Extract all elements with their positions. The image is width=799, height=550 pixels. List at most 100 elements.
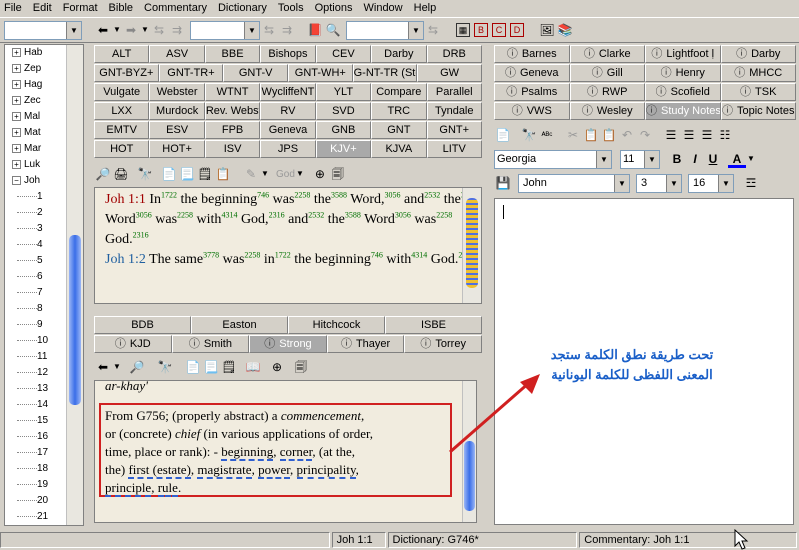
comm-tab[interactable]: ⓘ TSK (720, 83, 796, 101)
bible-tab[interactable]: EMTV (94, 121, 150, 139)
bible-tab[interactable]: KJV+ (315, 140, 372, 158)
forward-icon[interactable]: ➡ (122, 21, 140, 39)
strong-number[interactable]: 4314 (221, 210, 237, 219)
dict-binoculars-icon[interactable]: 🔭 (156, 358, 174, 376)
bible-window-icon[interactable]: B (474, 23, 488, 37)
dict-tab[interactable]: ⓘ Thayer (326, 335, 405, 353)
strong-number[interactable]: 1722 (275, 250, 291, 259)
bible-tab[interactable]: Murdock (149, 102, 205, 120)
go-icon[interactable]: ⇉ (168, 21, 186, 39)
sync-icon[interactable]: ⇆ (150, 21, 168, 39)
expand-icon[interactable]: + (12, 111, 21, 121)
menu-bible[interactable]: Bible (109, 2, 133, 14)
bible-tab[interactable]: Compare (371, 83, 427, 101)
font-color-dropdown-icon[interactable]: ▼ (746, 150, 756, 168)
comm-tab[interactable]: ⓘ Study Notes (645, 102, 721, 120)
comm-tab[interactable]: ⓘ Gill (569, 64, 645, 82)
binoculars-icon[interactable]: 🔭 (136, 165, 154, 183)
layout-icon[interactable]: ▦ (456, 23, 470, 37)
redo-icon[interactable]: ↷ (636, 126, 654, 144)
strong-number[interactable]: 2258 (244, 250, 260, 259)
bible-tab[interactable]: Vulgate (94, 83, 150, 101)
expand-icon[interactable]: + (12, 47, 21, 57)
bible-tab[interactable]: TRC (371, 102, 427, 120)
god-label[interactable]: God (276, 169, 295, 180)
bible-tab[interactable]: ALT (94, 45, 150, 63)
collapse-icon[interactable]: − (12, 175, 21, 185)
comm-tab[interactable]: ⓘ VWS (494, 102, 570, 120)
comm-binoculars-icon[interactable]: 🔭 (520, 126, 538, 144)
bible-tab[interactable]: Webster (149, 83, 205, 101)
comm-tab[interactable]: ⓘ Topic Notes (720, 102, 796, 120)
bible-tab[interactable]: ESV (149, 121, 205, 139)
bible-tab[interactable]: Parallel (426, 83, 482, 101)
dict-tab[interactable]: ⓘ Torrey (404, 335, 482, 353)
strong-number[interactable]: 746 (371, 250, 383, 259)
bible-tab[interactable]: DRB (426, 45, 482, 63)
tree-scrollbar[interactable] (66, 45, 83, 525)
comm-tab[interactable]: ⓘ Wesley (569, 102, 645, 120)
insert-icon[interactable]: ☲ (742, 174, 760, 192)
menu-options[interactable]: Options (315, 2, 353, 14)
comm-paste-icon[interactable]: 📋 (582, 126, 600, 144)
menu-tools[interactable]: Tools (278, 2, 304, 14)
strong-number[interactable]: 746 (257, 190, 269, 199)
expand-icon[interactable]: + (12, 127, 21, 137)
bible-tab[interactable]: WycliffeNT (260, 83, 316, 101)
bible-tab[interactable]: GNT-WH+ (287, 64, 353, 82)
bible-tab[interactable]: LXX (94, 102, 150, 120)
comm-tab[interactable]: ⓘ Henry (645, 64, 721, 82)
picture-icon[interactable]: 🖼 (538, 21, 556, 39)
font-combo[interactable]: Georgia ▼ (494, 149, 612, 169)
comm-tab[interactable]: ⓘ Lightfoot ḷ (645, 45, 721, 63)
menu-format[interactable]: Format (63, 2, 98, 14)
strong-number[interactable]: 3588 (345, 210, 361, 219)
spellcheck-icon[interactable]: ᴬᴮᶜ (538, 126, 556, 144)
expand-icon[interactable]: + (12, 159, 21, 169)
bible-tab[interactable]: GNT (371, 121, 427, 139)
bible-tab[interactable]: G-NT-TR (Steph)+ (352, 64, 418, 82)
print-icon[interactable]: 🖨 (112, 165, 130, 183)
dict-book-icon[interactable]: 📖 (244, 358, 262, 376)
dict-tab[interactable]: ⓘ Strong (249, 335, 327, 353)
bible-tab[interactable]: LITV (426, 140, 482, 158)
align-right-icon[interactable]: ☰ (698, 126, 716, 144)
bible-tab[interactable]: RV (260, 102, 316, 120)
strong-number[interactable]: 2532 (308, 210, 324, 219)
bullets-icon[interactable]: ☷ (716, 126, 734, 144)
search-book-icon[interactable]: 🔍 (324, 21, 342, 39)
dict-note-icon[interactable]: 🗒 (220, 358, 238, 376)
strong-number[interactable]: 2258 (177, 210, 193, 219)
font-color-icon[interactable]: A (728, 150, 746, 168)
bible-tab[interactable]: GW (417, 64, 482, 82)
bible-text[interactable]: Joh 1:1 In1722 the beginning746 was2258 … (94, 187, 482, 304)
align-left-icon[interactable]: ☰ (662, 126, 680, 144)
bible-tab[interactable]: CEV (315, 45, 372, 63)
menu-dictionary[interactable]: Dictionary (218, 2, 267, 14)
bible-tab[interactable]: Darby (371, 45, 427, 63)
back-icon[interactable]: ⬅ (94, 21, 112, 39)
zoom-in-icon[interactable]: ⊕ (311, 165, 329, 183)
strong-number[interactable]: 2316 (269, 210, 285, 219)
comm-tab[interactable]: ⓘ Geneva (494, 64, 570, 82)
bible-tab[interactable]: ISV (204, 140, 261, 158)
comm-tab[interactable]: ⓘ Barnes (494, 45, 570, 63)
strong-number[interactable]: 4314 (411, 250, 427, 259)
bible-tab[interactable]: GNT-TR+ (158, 64, 224, 82)
strong-number[interactable]: 2258 (294, 190, 310, 199)
underline-icon[interactable]: U (704, 150, 722, 168)
comm-tab[interactable]: ⓘ Clarke (569, 45, 645, 63)
save-icon[interactable]: 💾 (494, 174, 512, 192)
strong-number[interactable]: 1722 (161, 190, 177, 199)
bible-tab[interactable]: Geneva (260, 121, 316, 139)
link-icon[interactable]: ⇉ (278, 21, 296, 39)
bible-tab[interactable]: YLT (315, 83, 372, 101)
menu-edit[interactable]: Edit (33, 2, 52, 14)
bible-tab[interactable]: ASV (149, 45, 205, 63)
dict-strongs-icon[interactable]: 🗐 (292, 358, 310, 376)
dict-back-icon[interactable]: ⬅ (94, 358, 112, 376)
verse-number-combo[interactable]: 16 ▼ (688, 173, 734, 193)
menu-file[interactable]: File (4, 2, 22, 14)
menu-help[interactable]: Help (414, 2, 437, 14)
bible-tab[interactable]: WTNT (204, 83, 261, 101)
